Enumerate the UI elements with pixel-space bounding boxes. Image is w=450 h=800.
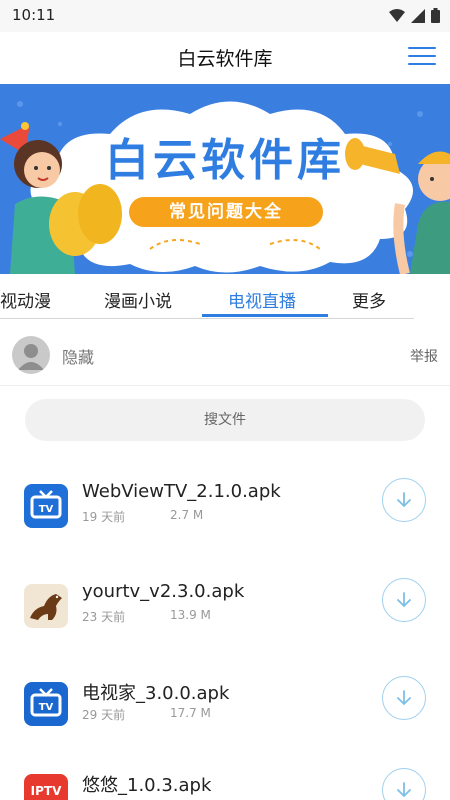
file-name: WebViewTV_2.1.0.apk: [82, 481, 281, 502]
menu-icon-line: [408, 63, 436, 65]
menu-button[interactable]: [408, 44, 436, 68]
file-age: 19 天前: [82, 510, 126, 524]
avatar[interactable]: [12, 336, 50, 374]
tab-tv-live[interactable]: 电视直播: [228, 287, 296, 312]
status-time: 10:11: [12, 6, 56, 24]
tabs-divider: [0, 318, 414, 319]
banner[interactable]: 白云软件库 常见问题大全: [0, 84, 450, 274]
tab-comics-novels[interactable]: 漫画小说: [104, 287, 172, 312]
list-item[interactable]: yourtv_v2.3.0.apk 23 天前 13.9 M: [0, 578, 450, 650]
page-title: 白云软件库: [177, 48, 273, 70]
horse-app-icon: [24, 584, 68, 628]
list-item[interactable]: IPTV 悠悠_1.0.3.apk: [0, 768, 450, 800]
svg-text:TV: TV: [39, 702, 54, 713]
file-name: 悠悠_1.0.3.apk: [82, 775, 212, 796]
file-name: 电视家_3.0.0.apk: [82, 683, 230, 704]
file-size: 2.7 M: [170, 508, 204, 522]
active-tab-indicator: [202, 314, 328, 317]
tv-live-app-icon: TV: [24, 682, 68, 726]
download-icon: [397, 690, 411, 706]
menu-icon-line: [408, 55, 436, 57]
tab-more[interactable]: 更多: [352, 287, 386, 312]
file-age: 23 天前: [82, 610, 126, 624]
report-button[interactable]: 举报: [410, 346, 438, 366]
list-item[interactable]: TV 电视家_3.0.0.apk 29 天前 17.7 M: [0, 676, 450, 748]
download-icon: [397, 492, 411, 508]
file-name: yourtv_v2.3.0.apk: [82, 581, 245, 602]
category-tabs: 视动漫 漫画小说 电视直播 更多: [0, 280, 450, 320]
iptv-app-icon: IPTV: [24, 774, 68, 800]
download-button[interactable]: [382, 768, 426, 800]
tv-app-icon: TV: [24, 484, 68, 528]
download-icon: [397, 782, 411, 798]
user-icon: [18, 344, 44, 370]
uploader-row: 隐藏 举报: [0, 330, 450, 380]
signal-icon: [411, 8, 425, 23]
file-size: 17.7 M: [170, 706, 211, 720]
banner-subtitle: 常见问题大全: [129, 197, 323, 227]
uploader-name: 隐藏: [62, 348, 95, 367]
file-age: 29 天前: [82, 708, 126, 722]
download-icon: [397, 592, 411, 608]
wifi-icon: [389, 8, 405, 22]
status-bar: 10:11: [0, 0, 450, 32]
section-divider: [0, 385, 450, 386]
svg-text:TV: TV: [39, 504, 54, 515]
download-button[interactable]: [382, 478, 426, 522]
status-icons: [389, 8, 440, 23]
download-button[interactable]: [382, 676, 426, 720]
title-bar: 白云软件库: [0, 32, 450, 84]
list-item[interactable]: TV WebViewTV_2.1.0.apk 19 天前 2.7 M: [0, 478, 450, 550]
banner-title: 白云软件库: [105, 135, 345, 186]
battery-icon: [431, 8, 440, 23]
download-button[interactable]: [382, 578, 426, 622]
search-input[interactable]: [25, 399, 425, 441]
iptv-icon-label: IPTV: [30, 784, 62, 798]
file-size: 13.9 M: [170, 608, 211, 622]
menu-icon-line: [408, 47, 436, 49]
tab-anime[interactable]: 视动漫: [0, 287, 51, 312]
